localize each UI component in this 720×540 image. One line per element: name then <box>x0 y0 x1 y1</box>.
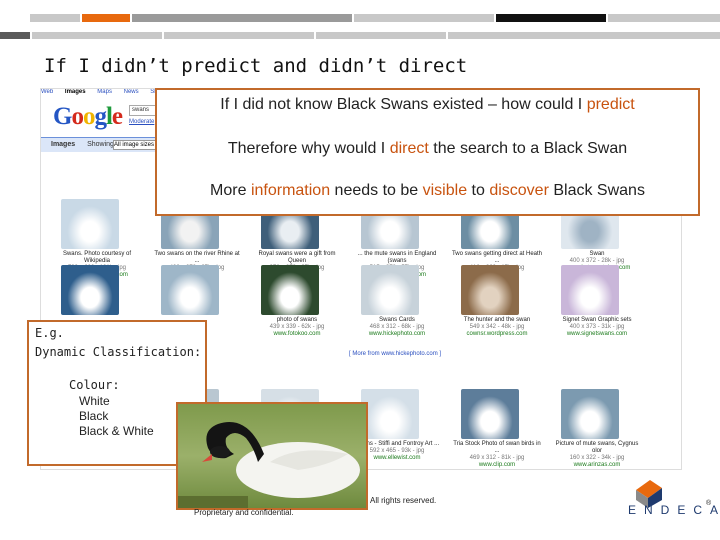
swan-thumbnail[interactable] <box>461 265 519 315</box>
top-bar-gray-3 <box>354 14 494 22</box>
result-meta: 400 x 373 - 31k - jpg <box>569 324 625 330</box>
facet-colour: Colour: <box>69 378 120 392</box>
footer-proprietary: Proprietary and confidential. <box>194 508 294 517</box>
highlight-information: information <box>250 182 331 199</box>
result-title[interactable]: Signet Swan Graphic sets <box>551 317 643 324</box>
result-url[interactable]: www.clip.com <box>451 462 543 469</box>
second-bar-dark <box>0 32 30 39</box>
facet-value-black-white[interactable]: Black & White <box>79 424 154 438</box>
swan-thumbnail[interactable] <box>261 265 319 315</box>
top-bar-gray-1 <box>30 14 80 22</box>
image-result[interactable]: Swans Cards 468 x 312 - 68k - jpg www.hick… <box>349 265 445 351</box>
result-title[interactable]: Two swans getting direct at Heath ... <box>451 251 543 265</box>
result-title[interactable]: Two swans on the river Rhine at ... <box>151 251 243 265</box>
result-caption: The hunter and the swan 549 x 342 - 48k -… <box>451 317 543 338</box>
result-caption: Swans Cards 468 x 312 - 68k - jpg www.hick… <box>351 317 443 338</box>
black-swan-image <box>178 404 366 508</box>
image-result[interactable]: Tria Stock Photo of swan birds in ... 469… <box>449 389 545 469</box>
highlight-discover: discover <box>489 182 549 199</box>
registered-mark: ® <box>706 500 712 507</box>
black-swan-callout: If I did not know Black Swans existed – … <box>155 88 700 216</box>
google-logo[interactable]: Google <box>53 103 123 131</box>
top-link-images[interactable]: Images <box>65 89 86 95</box>
dynamic-classification-heading: Dynamic Classification: <box>35 345 202 359</box>
result-title[interactable]: photo of swans <box>251 317 343 324</box>
result-title[interactable]: The hunter and the swan <box>451 317 543 324</box>
callout-text: If I did not know Black Swans existed – … <box>220 96 587 113</box>
footer-rights: All rights reserved. <box>370 496 437 505</box>
result-url[interactable]: cownsr.wordpress.com <box>451 331 543 338</box>
swan-thumbnail[interactable] <box>461 389 519 439</box>
image-result[interactable]: Signet Swan Graphic sets 400 x 373 - 31k … <box>549 265 645 351</box>
black-swan-photo <box>176 402 368 510</box>
more-from-link[interactable]: [ More from www.hickephoto.com ] <box>349 351 441 357</box>
top-bar-gray-2 <box>132 14 352 22</box>
result-url[interactable]: www.signetswans.com <box>551 331 643 338</box>
image-result[interactable]: photo of swans 439 x 339 - 62k - jpg www.f… <box>249 265 345 351</box>
highlight-visible: visible <box>422 182 468 199</box>
result-meta: 400 x 372 - 28k - jpg <box>569 258 625 264</box>
swan-thumbnail[interactable] <box>561 389 619 439</box>
result-title[interactable]: Tria Stock Photo of swan birds in ... <box>451 441 543 455</box>
second-bar-gray-1 <box>32 32 162 39</box>
swan-thumbnail[interactable] <box>161 265 219 315</box>
swan-thumbnail[interactable] <box>361 265 419 315</box>
callout-text: Therefore why would I <box>227 140 390 157</box>
second-bar-gray-3 <box>316 32 446 39</box>
second-bar-gray-4 <box>448 32 720 39</box>
showing-label: Showing: <box>87 141 116 148</box>
result-title[interactable]: Picture of mute swans, Cygnus olor <box>551 441 643 455</box>
callout-line-predict: If I did not know Black Swans existed – … <box>157 96 698 114</box>
result-meta: 160 x 322 - 34k - jpg <box>569 455 625 461</box>
image-result[interactable]: Picture of mute swans, Cygnus olor 160 x … <box>549 389 645 469</box>
callout-line-discover: More information needs to be visible to … <box>157 182 698 200</box>
eg-label: E.g. <box>35 326 64 340</box>
callout-text: Black Swans <box>548 182 645 199</box>
callout-text: the search to a Black Swan <box>428 140 628 157</box>
result-title[interactable]: Royal swans were a gift from Queen <box>251 251 343 265</box>
facet-value-white[interactable]: White <box>79 394 110 408</box>
slide-title: If I didn’t predict and didn’t direct <box>44 55 468 77</box>
callout-text: More <box>210 182 251 199</box>
swan-thumbnail[interactable] <box>61 199 119 249</box>
top-link-news[interactable]: News <box>124 89 139 95</box>
result-url[interactable]: www.hickephoto.com <box>351 331 443 338</box>
result-meta: 549 x 342 - 48k - jpg <box>469 324 525 330</box>
top-bar-black <box>496 14 606 22</box>
result-meta: 469 x 312 - 81k - jpg <box>469 455 525 461</box>
result-title[interactable]: Swans Cards <box>351 317 443 324</box>
result-url[interactable]: www.fotokoo.com <box>251 331 343 338</box>
result-caption: photo of swans 439 x 339 - 62k - jpg www.f… <box>251 317 343 338</box>
callout-text: needs to be <box>330 182 423 199</box>
result-caption: Tria Stock Photo of swan birds in ... 469… <box>451 441 543 469</box>
swan-thumbnail[interactable] <box>361 389 419 439</box>
callout-text: to <box>467 182 490 199</box>
callout-line-direct: Therefore why would I direct the search … <box>157 140 698 158</box>
top-bar-gray-4 <box>608 14 720 22</box>
top-link-web[interactable]: Web <box>41 89 53 95</box>
result-meta: 439 x 339 - 62k - jpg <box>269 324 325 330</box>
images-label: Images <box>51 141 76 148</box>
second-bar-gray-2 <box>164 32 314 39</box>
result-caption: Picture of mute swans, Cygnus olor 160 x … <box>551 441 643 469</box>
result-title[interactable]: ... the mute swans in England (swans <box>351 251 443 265</box>
result-title[interactable]: Swans. Photo courtesy of Wikipedia <box>51 251 143 265</box>
result-caption: Signet Swan Graphic sets 400 x 373 - 31k … <box>551 317 643 338</box>
moderate-link[interactable]: Moderate <box>129 119 154 125</box>
result-title[interactable]: Swan <box>551 251 643 258</box>
swan-thumbnail[interactable] <box>61 265 119 315</box>
top-bar-orange <box>82 14 130 22</box>
image-result[interactable]: The hunter and the swan 549 x 342 - 48k -… <box>449 265 545 351</box>
result-url[interactable]: www.arinzas.com <box>551 462 643 469</box>
result-meta: 468 x 312 - 68k - jpg <box>369 324 425 330</box>
top-link-maps[interactable]: Maps <box>97 89 112 95</box>
highlight-direct: direct <box>389 140 429 157</box>
swan-thumbnail[interactable] <box>561 265 619 315</box>
facet-value-black[interactable]: Black <box>79 409 108 423</box>
highlight-predict: predict <box>586 96 635 113</box>
